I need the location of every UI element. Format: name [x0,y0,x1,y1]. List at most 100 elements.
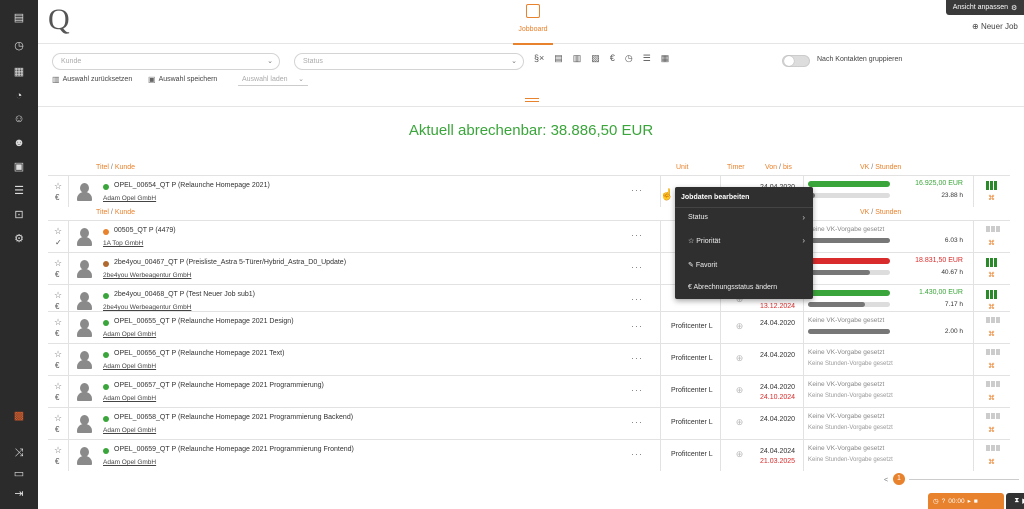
message-icon[interactable]: ▭ [11,465,27,481]
collapse-handle[interactable] [525,98,539,102]
more-options-icon[interactable]: ··· [631,294,643,304]
col-title-kunde[interactable]: Titel / Kunde [96,164,135,174]
action-icon[interactable]: ⌘ [988,362,995,370]
currency-icon[interactable]: € [55,425,59,434]
col-title-kunde-repeat[interactable]: Titel / Kunde [96,209,135,219]
tab-jobboard[interactable]: Jobboard [513,4,553,45]
user-icon[interactable]: ☺ [11,111,27,127]
status-bars-icon[interactable] [986,226,1000,232]
menu-item-abrechnungsstatus[interactable]: € Abrechnungsstatus ändern [688,284,777,291]
action-icon[interactable]: ⌘ [988,394,995,402]
star-icon[interactable]: ☆ [54,181,62,192]
currency-icon[interactable]: € [55,329,59,338]
more-options-icon[interactable]: ··· [631,321,643,331]
customer-link[interactable]: Adam Opel GmbH [103,195,156,202]
job-title[interactable]: 00505_QT P (4479) [114,227,176,234]
customer-link[interactable]: Adam Opel GmbH [103,395,156,402]
star-icon[interactable]: ☆ [54,349,62,360]
job-title[interactable]: OPEL_00657_QT P (Relaunche Homepage 2021… [114,382,324,389]
list-icon[interactable]: ☰ [11,182,27,198]
status-bars-icon[interactable] [986,258,997,267]
dashboard-icon[interactable]: ▤ [11,9,27,25]
timer-cell[interactable]: ⊕ [720,440,758,471]
currency-icon[interactable]: € [55,457,59,466]
job-title[interactable]: 2be4you_00467_QT P (Preisliste_Astra 5-T… [114,259,346,266]
status-select[interactable]: Status ⌄ [294,53,524,70]
customer-link[interactable]: 2be4you Werbeagentur GmbH [103,272,191,279]
timer-icon[interactable]: ⊕ [736,385,744,395]
filter-clear-icon[interactable]: §× [534,53,544,64]
logout-icon[interactable]: ⇥ [11,485,27,501]
doc-edit-icon[interactable]: ▤ [554,53,563,64]
customer-link[interactable]: Adam Opel GmbH [103,427,156,434]
shuffle-icon[interactable]: ⤨ [11,445,27,461]
more-options-icon[interactable]: ··· [631,230,643,240]
image-icon[interactable]: ▦ [11,63,27,79]
status-bars-icon[interactable] [986,413,1000,419]
new-job-button[interactable]: ⊕ Neuer Job [972,22,1018,31]
play-icon[interactable]: ▸ [968,497,971,505]
star-icon[interactable]: ☆ [54,317,62,328]
table-row[interactable]: ☆✓00505_QT P (4479)1A Top GmbH···⊕.3.201… [48,220,1010,252]
more-options-icon[interactable]: ··· [631,353,643,363]
menu-item-prioritaet[interactable]: ☆ Priorität [688,237,720,245]
smiley-icon[interactable]: ☻ [11,135,27,151]
menu-item-favorit[interactable]: ✎ Favorit [688,261,717,269]
job-title[interactable]: OPEL_00654_QT P (Relaunche Homepage 2021… [114,182,270,189]
job-title[interactable]: OPEL_00659_QT P (Relaunche Homepage 2021… [114,446,354,453]
status-bars-icon[interactable] [986,445,1000,451]
clock-filter-icon[interactable]: ◷ [625,53,633,64]
timer-icon[interactable]: ⊕ [736,417,744,427]
timer-bar[interactable]: ◷ ? 00:00 ▸ ■ [928,493,1004,509]
ansicht-anpassen-button[interactable]: Ansicht anpassen ⚙ [946,0,1024,15]
job-title[interactable]: OPEL_00655_QT P (Relaunche Homepage 2021… [114,318,294,325]
gear-icon[interactable]: ⚙ [11,230,27,246]
star-icon[interactable]: ☆ [54,258,62,269]
clock-icon[interactable]: ◷ [11,37,27,53]
menu-item-status[interactable]: Status [688,214,708,221]
table-row[interactable]: ☆ € OPEL_00657_QT P (Relaunche Homepage 20… [48,375,1010,407]
status-bars-icon[interactable] [986,290,997,299]
more-options-icon[interactable]: ··· [631,449,643,459]
group-contacts-toggle[interactable] [782,55,810,67]
customer-link[interactable]: 2be4you Werbeagentur GmbH [103,304,191,311]
load-selection-select[interactable]: Auswahl laden ⌄ [238,73,308,86]
timer-cell[interactable]: ⊕ [720,408,758,439]
star-icon[interactable]: ☆ [54,290,62,301]
list-icon[interactable]: ☰ [643,53,651,64]
table-row[interactable]: ☆ € OPEL_00655_QT P (Relaunche Homepage 20… [48,311,1010,343]
currency-icon[interactable]: € [55,193,59,202]
currency-icon[interactable]: € [55,270,59,279]
more-options-icon[interactable]: ··· [631,385,643,395]
status-bars-icon[interactable] [986,381,1000,387]
more-options-icon[interactable]: ··· [631,262,643,272]
doc-check-icon[interactable]: ▧ [591,53,600,64]
action-icon[interactable]: ⌘ [988,194,995,202]
status-bars-icon[interactable] [986,317,1000,323]
doc-search-icon[interactable]: ▥ [573,53,582,64]
currency-icon[interactable]: € [55,393,59,402]
action-icon[interactable]: ⌘ [988,426,995,434]
job-title[interactable]: 2be4you_00468_QT P (Test Neuer Job sub1) [114,291,255,298]
euro-icon[interactable]: € [610,53,615,64]
more-options-icon[interactable]: ··· [631,417,643,427]
col-vk-stunden[interactable]: VK / Stunden [860,164,901,174]
star-icon[interactable]: ☆ [54,226,62,237]
table-row[interactable]: ☆ € OPEL_00658_QT P (Relaunche Homepage 20… [48,407,1010,439]
calculator-icon[interactable]: ▣ [11,158,27,174]
timer-icon[interactable]: ⊕ [736,353,744,363]
action-icon[interactable]: ⌘ [988,239,995,247]
action-icon[interactable]: ⌘ [988,330,995,338]
calendar-icon[interactable]: ▦ [661,53,670,64]
col-timer[interactable]: Timer [727,164,745,174]
reset-selection-button[interactable]: ▥ Auswahl zurücksetzen [52,75,132,84]
job-title[interactable]: OPEL_00658_QT P (Relaunche Homepage 2021… [114,414,353,421]
calendar-alert-icon[interactable]: ▩ [11,407,27,423]
action-icon[interactable]: ⌘ [988,271,995,279]
star-icon[interactable]: ☆ [54,413,62,424]
customer-link[interactable]: Adam Opel GmbH [103,331,156,338]
save-selection-button[interactable]: ▣ Auswahl speichern [148,75,217,84]
chart-pie-icon[interactable]: ◔ [11,88,27,104]
status-bars-icon[interactable] [986,349,1000,355]
inbox-icon[interactable]: ⊡ [11,206,27,222]
